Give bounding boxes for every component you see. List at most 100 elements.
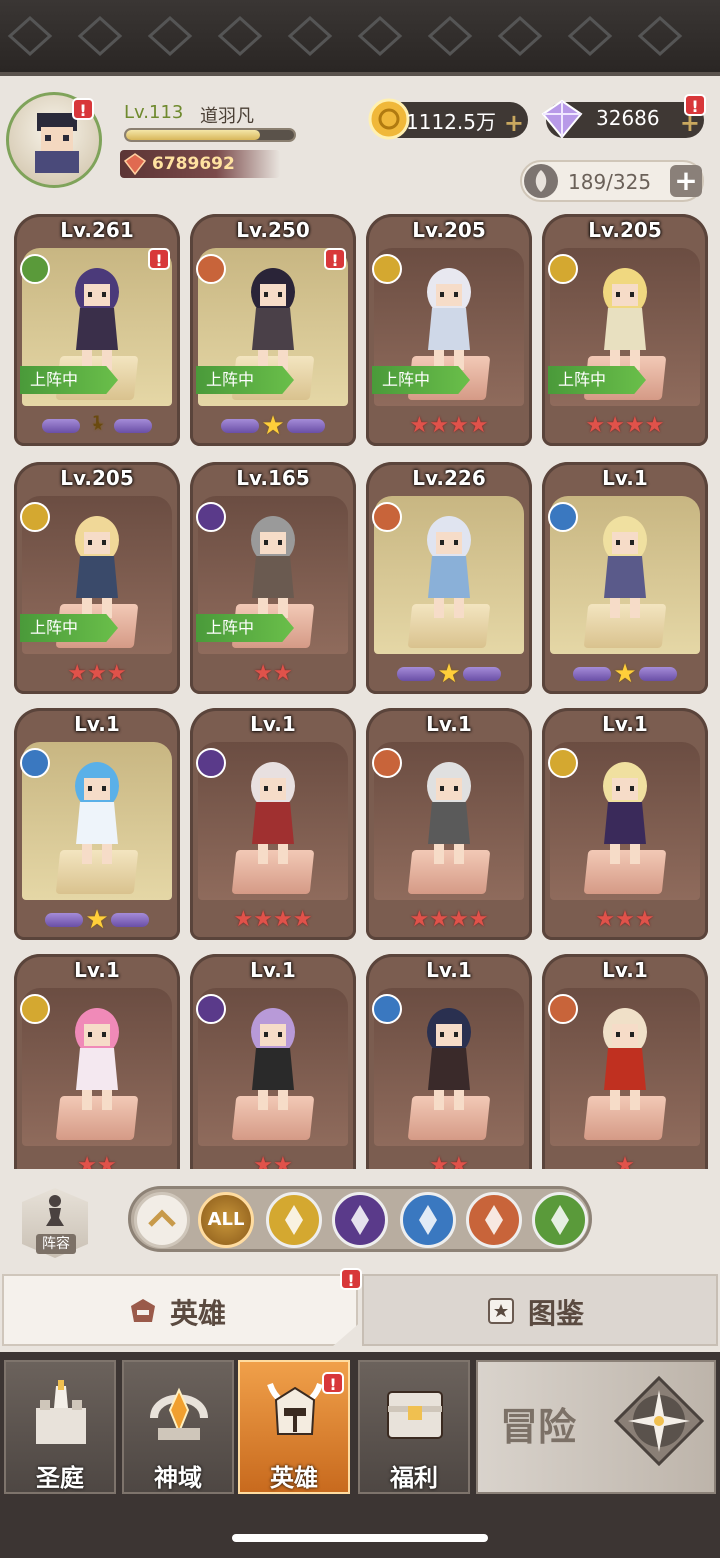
hero-portrait-icon [603,1008,647,1110]
chevron-up-icon [148,1209,176,1227]
star-icon: ★ [87,661,107,686]
gem-alert-badge: ! [684,94,706,116]
star-icon: ★ [429,1153,449,1169]
deployed-badge: 上阵中 [20,366,118,394]
star-icon: ★ [97,1153,117,1169]
helmet-icon [131,1299,155,1322]
hero-star-rank: ★ [202,412,344,440]
hero-level: Lv.1 [250,712,296,736]
left-wing-icon [45,913,84,927]
hero-card[interactable]: Lv.1 ★ [542,462,708,694]
filter-light-button[interactable] [266,1192,322,1248]
hero-capacity-value: 189/325 [568,170,652,194]
filter-collapse-button[interactable] [134,1192,190,1248]
star-icon: ★ [615,1153,635,1169]
filter-all-label: ALL [207,1209,245,1230]
hero-alert-badge: ! [148,248,170,270]
star-icon: ★ [644,413,665,438]
hero-card[interactable]: Lv.1 ★ ★ ★ [542,708,708,940]
hero-portrait-icon [603,268,647,370]
hero-portrait-icon [251,1008,295,1110]
hero-card[interactable]: Lv.250 上阵中! ★ [190,214,356,446]
hero-portrait-icon [251,762,295,864]
beast-faction-icon [196,254,226,284]
hero-card[interactable]: Lv.1 ★ ★ [14,954,180,1169]
star-icon: ★ [625,413,645,438]
gold-value: 1112.5万 [406,110,496,134]
nav-heroes-label: 英雄 [270,1464,318,1492]
hero-card[interactable]: Lv.205 上阵中 ★ ★ ★ ★ [542,214,708,446]
gold-coin-icon [368,98,410,140]
power-gem-icon [124,153,146,175]
star-icon: ★ [253,1153,273,1169]
hero-star-rank: ★ [554,660,696,688]
roster-label: 阵容 [36,1234,76,1254]
hero-level: Lv.1 [602,712,648,736]
dark-faction-icon [196,748,226,778]
nav-welfare-label: 福利 [390,1464,438,1492]
hero-card[interactable]: Lv.261 上阵中! ★ 1 [14,214,180,446]
numbered-star-icon: ★ 1 [82,412,112,440]
hero-card[interactable]: Lv.1 ★ ★ ★ ★ [190,708,356,940]
hero-portrait-icon [427,762,471,864]
hero-card[interactable]: Lv.1 ★ ★ ★ ★ [366,708,532,940]
star-icon: ★ [437,659,461,689]
star-icon: ★ [585,413,606,438]
star-icon: ★ [449,907,469,932]
hero-capacity-icon [524,164,558,198]
hero-portrait-icon [75,1008,119,1110]
star-icon: ★ [273,661,293,686]
star-icon: ★ [292,907,313,932]
star-icon: ★ [595,907,616,932]
hero-card[interactable]: Lv.1 ★ [542,954,708,1169]
hero-card[interactable]: Lv.226 ★ [366,462,532,694]
filter-holy-button[interactable] [400,1192,456,1248]
right-wing-icon [286,419,325,433]
hero-portrait-icon [603,516,647,618]
hero-star-rank: ★ ★ ★ ★ [378,906,520,934]
hero-card[interactable]: Lv.1 ★ ★ [190,954,356,1169]
expand-capacity-button[interactable]: + [670,165,702,197]
holy-faction-icon [548,502,578,532]
top-decor-band [0,0,720,76]
hero-star-rank: ★ ★ ★ ★ [378,412,520,440]
hero-star-rank: ★ [378,660,520,688]
beast-faction-icon [548,994,578,1024]
hero-portrait-icon [427,516,471,618]
xp-bar [124,128,296,142]
right-wing-icon [638,667,677,681]
right-wing-icon [110,913,149,927]
star-icon: ★ [634,907,655,932]
star-icon: ★ [449,1153,469,1169]
star-icon: ★ [429,413,449,438]
hero-card[interactable]: Lv.1 ★ [14,708,180,940]
hero-card[interactable]: Lv.205 上阵中 ★ ★ ★ [14,462,180,694]
hero-level: Lv.205 [60,466,134,490]
hero-portrait-icon [251,516,295,618]
hero-star-rank: ★ ★ [202,660,344,688]
filter-dark-button[interactable] [332,1192,388,1248]
hero-level: Lv.1 [74,958,120,982]
right-wing-icon [114,419,152,433]
hero-star-rank: ★ ★ ★ [26,660,168,688]
gold-plus-icon[interactable]: + [504,105,524,141]
hero-card[interactable]: Lv.1 ★ ★ [366,954,532,1169]
hero-level: Lv.1 [426,712,472,736]
hero-card[interactable]: Lv.165 上阵中 ★ ★ [190,462,356,694]
filter-nature-button[interactable] [532,1192,588,1248]
player-level: Lv.113 [124,102,184,123]
filter-beast-button[interactable] [466,1192,522,1248]
light-faction-icon [372,254,402,284]
home-indicator[interactable] [232,1534,488,1542]
hero-star-rank: ★ 1 [26,412,168,440]
hero-level: Lv.250 [236,218,310,242]
star-icon: ★ [409,907,430,932]
beast-faction-icon [485,1205,503,1235]
sanctum-tower-icon [36,1380,86,1444]
hero-card[interactable]: Lv.205 上阵中 ★ ★ ★ ★ [366,214,532,446]
dark-faction-icon [196,994,226,1024]
nav-sanctum-label: 圣庭 [36,1464,84,1492]
hero-star-rank: ★ ★ [26,1152,168,1169]
tab-codex-label: 图鉴 [528,1297,585,1330]
filter-all-button[interactable]: ALL [198,1192,254,1248]
